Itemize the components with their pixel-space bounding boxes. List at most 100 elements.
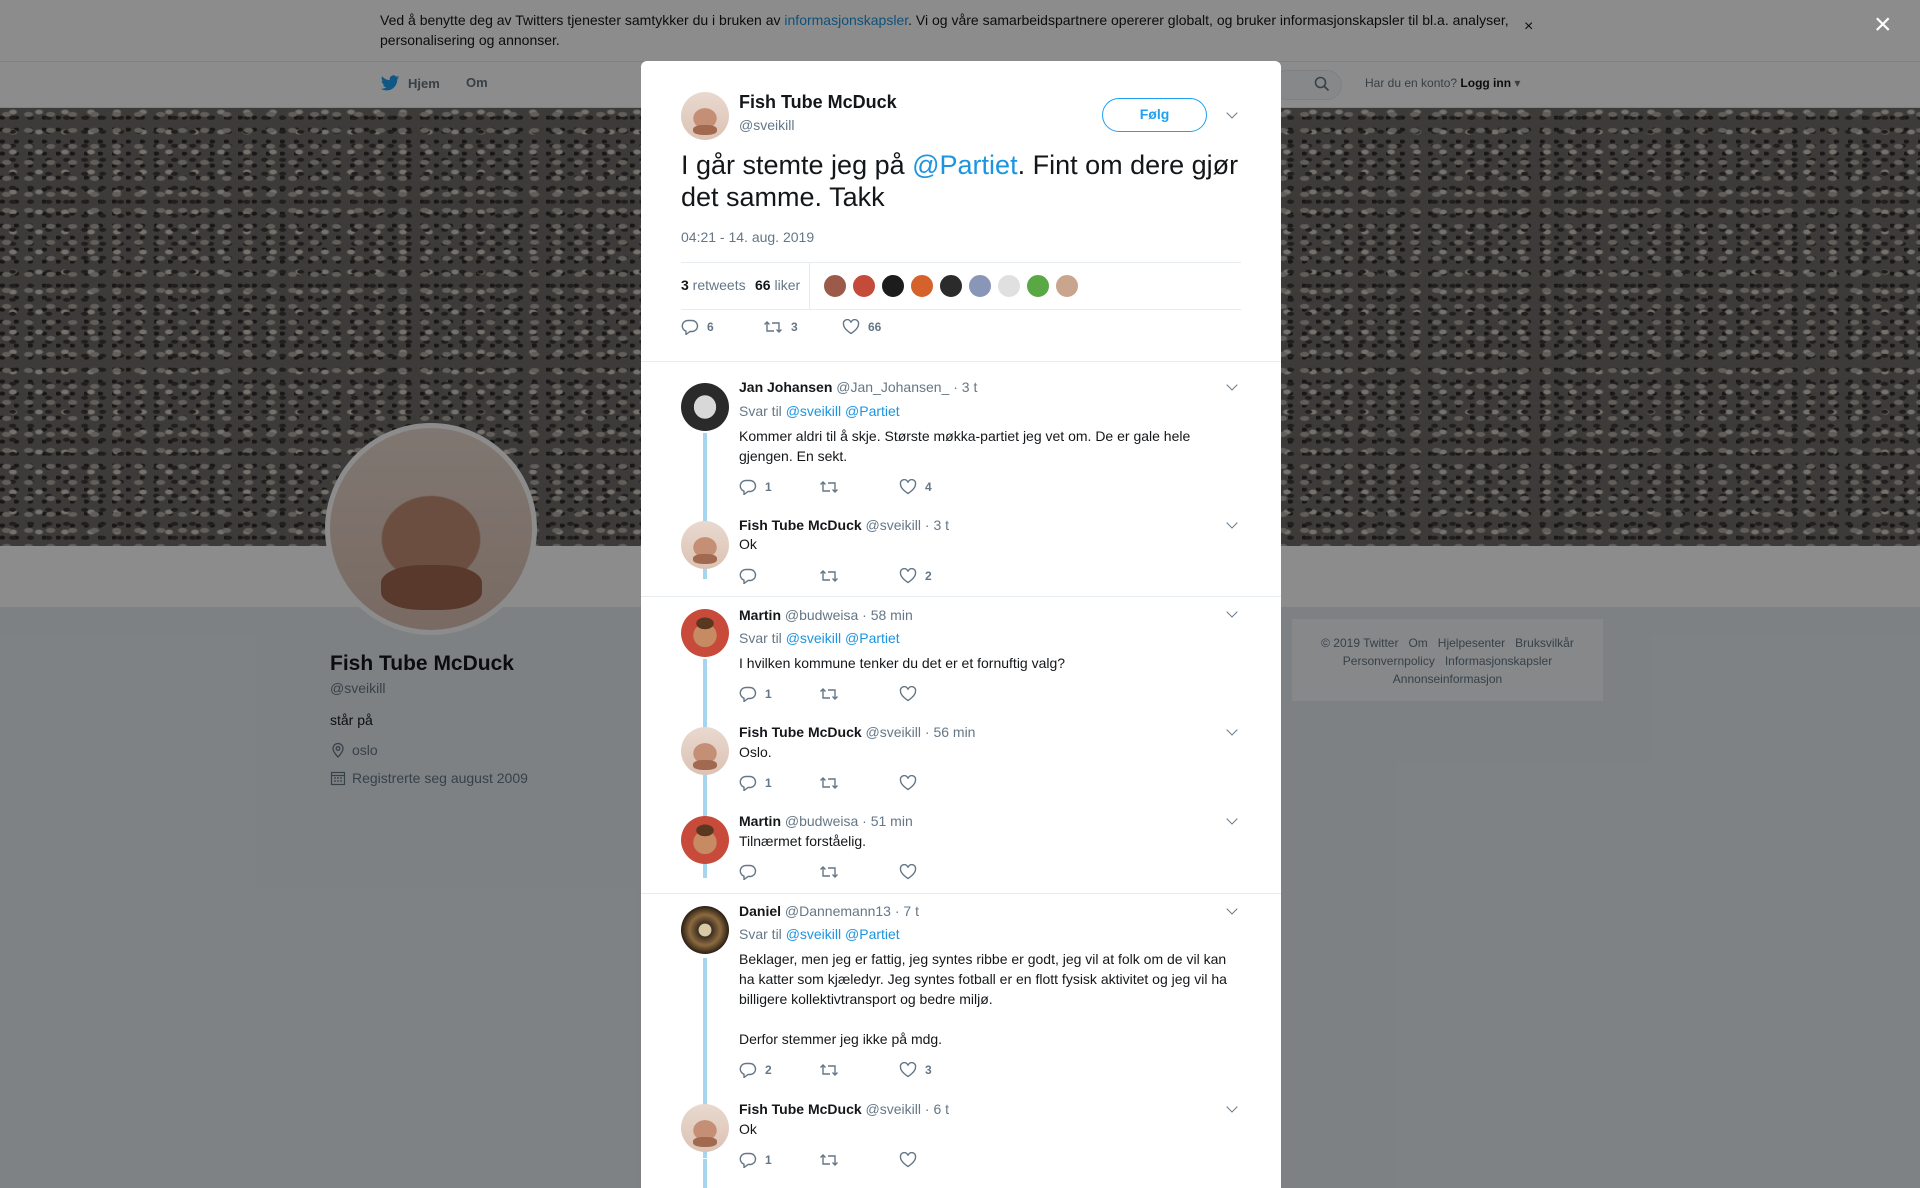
reply-author-name[interactable]: Jan Johansen xyxy=(739,379,832,395)
liker-avatar[interactable] xyxy=(968,274,992,298)
chevron-down-icon[interactable] xyxy=(1226,517,1238,529)
follow-button[interactable]: Følg xyxy=(1102,98,1207,132)
chevron-down-icon[interactable] xyxy=(1226,813,1238,825)
reply-to-mentions[interactable]: @sveikill @Partiet xyxy=(786,403,900,419)
like-action[interactable] xyxy=(899,686,925,702)
like-action[interactable]: 4 xyxy=(899,479,932,495)
like-action[interactable] xyxy=(899,775,925,791)
reply-icon xyxy=(739,1062,757,1078)
reply-author-handle[interactable]: @sveikill xyxy=(866,1101,921,1117)
reply-time[interactable]: · 56 min xyxy=(925,724,976,740)
reply-author-handle[interactable]: @Jan_Johansen_ xyxy=(836,379,949,395)
tweet-mention[interactable]: @Partiet xyxy=(912,150,1017,180)
chevron-down-icon[interactable] xyxy=(1226,107,1238,119)
liker-avatar[interactable] xyxy=(939,274,963,298)
liker-avatar[interactable] xyxy=(997,274,1021,298)
reply-author-handle[interactable]: @budweisa xyxy=(785,813,858,829)
reply-count: 1 xyxy=(765,480,772,494)
avatar[interactable] xyxy=(681,383,729,431)
divider xyxy=(641,596,1281,597)
liker-avatar[interactable] xyxy=(881,274,905,298)
liker-avatar[interactable] xyxy=(852,274,876,298)
reply-header: Martin @budweisa · 51 min xyxy=(739,813,913,829)
retweet-icon xyxy=(820,1154,838,1166)
likes-count: 66 xyxy=(755,277,771,293)
reply-to-mentions[interactable]: @sveikill @Partiet xyxy=(786,926,900,942)
retweet-action[interactable]: 3 xyxy=(763,319,798,335)
avatar[interactable] xyxy=(681,816,729,864)
tweet-timestamp[interactable]: 04:21 - 14. aug. 2019 xyxy=(681,229,814,245)
reply-icon xyxy=(739,686,757,702)
liker-avatar[interactable] xyxy=(910,274,934,298)
retweet-action[interactable] xyxy=(819,1062,847,1078)
reply-author-handle[interactable]: @Dannemann13 xyxy=(785,903,891,919)
reply-author-name[interactable]: Fish Tube McDuck xyxy=(739,724,862,740)
reply-text: Kommer aldri til å skje. Største møkka-p… xyxy=(739,428,1191,464)
like-action[interactable]: 66 xyxy=(842,319,881,335)
reply-action[interactable] xyxy=(739,568,765,584)
retweets-count: 3 xyxy=(681,277,689,293)
reply-time[interactable]: · 51 min xyxy=(862,813,913,829)
heart-icon xyxy=(899,775,917,791)
retweet-action[interactable] xyxy=(819,775,847,791)
author-handle[interactable]: @sveikill xyxy=(739,117,794,133)
chevron-down-icon[interactable] xyxy=(1226,724,1238,736)
retweets-stat[interactable]: 3 retweets xyxy=(681,277,746,293)
reply-time[interactable]: · 58 min xyxy=(862,607,913,623)
reply-count: 1 xyxy=(765,1153,772,1167)
retweet-action[interactable] xyxy=(819,864,847,880)
heart-icon xyxy=(899,479,917,495)
retweet-action[interactable] xyxy=(819,568,847,584)
reply-action[interactable]: 6 xyxy=(681,319,714,335)
reply-author-handle[interactable]: @sveikill xyxy=(866,517,921,533)
retweet-action[interactable] xyxy=(819,686,847,702)
like-action[interactable]: 2 xyxy=(899,568,932,584)
likes-stat[interactable]: 66 liker xyxy=(755,277,800,293)
avatar[interactable] xyxy=(681,727,729,775)
chevron-down-icon[interactable] xyxy=(1226,903,1238,915)
author-name[interactable]: Fish Tube McDuck xyxy=(739,92,897,113)
reply-action[interactable]: 1 xyxy=(739,479,772,495)
reply-author-name[interactable]: Fish Tube McDuck xyxy=(739,517,862,533)
liker-avatar[interactable] xyxy=(823,274,847,298)
reply-action[interactable]: 1 xyxy=(739,686,772,702)
like-action[interactable] xyxy=(899,1152,925,1168)
reply-author-name[interactable]: Martin xyxy=(739,813,781,829)
avatar[interactable] xyxy=(681,906,729,954)
reply-author-handle[interactable]: @budweisa xyxy=(785,607,858,623)
author-avatar[interactable] xyxy=(681,92,729,140)
reply-author-name[interactable]: Martin xyxy=(739,607,781,623)
chevron-down-icon[interactable] xyxy=(1226,606,1238,618)
chevron-down-icon[interactable] xyxy=(1226,379,1238,391)
heart-icon xyxy=(899,1062,917,1078)
divider xyxy=(641,361,1281,362)
reply-count: 1 xyxy=(765,687,772,701)
retweet-action[interactable] xyxy=(819,479,847,495)
like-action[interactable] xyxy=(899,864,925,880)
reply-to: Svar til @sveikill @Partiet xyxy=(739,926,900,942)
reply-header: Daniel @Dannemann13 · 7 t xyxy=(739,903,919,919)
reply-to-mentions[interactable]: @sveikill @Partiet xyxy=(786,630,900,646)
reply-action[interactable]: 1 xyxy=(739,775,772,791)
reply-text: Tilnærmet forståelig. xyxy=(739,833,867,849)
reply-action[interactable] xyxy=(739,864,765,880)
liker-avatar[interactable] xyxy=(1026,274,1050,298)
liker-avatar[interactable] xyxy=(1055,274,1079,298)
reply-author-name[interactable]: Daniel xyxy=(739,903,781,919)
reply-author-name[interactable]: Fish Tube McDuck xyxy=(739,1101,862,1117)
reply-time[interactable]: · 6 t xyxy=(925,1101,949,1117)
tweet-text-part: I går stemte jeg på xyxy=(681,150,913,180)
close-icon[interactable]: × xyxy=(1874,10,1892,40)
avatar[interactable] xyxy=(681,521,729,569)
reply-author-handle[interactable]: @sveikill xyxy=(866,724,921,740)
reply-time[interactable]: · 7 t xyxy=(895,903,919,919)
avatar[interactable] xyxy=(681,1104,729,1152)
retweet-action[interactable] xyxy=(819,1152,847,1168)
reply-action[interactable]: 2 xyxy=(739,1062,772,1078)
reply-time[interactable]: · 3 t xyxy=(925,517,949,533)
reply-time[interactable]: · 3 t xyxy=(953,379,977,395)
chevron-down-icon[interactable] xyxy=(1226,1101,1238,1113)
avatar[interactable] xyxy=(681,609,729,657)
reply-action[interactable]: 1 xyxy=(739,1152,772,1168)
like-action[interactable]: 3 xyxy=(899,1062,932,1078)
